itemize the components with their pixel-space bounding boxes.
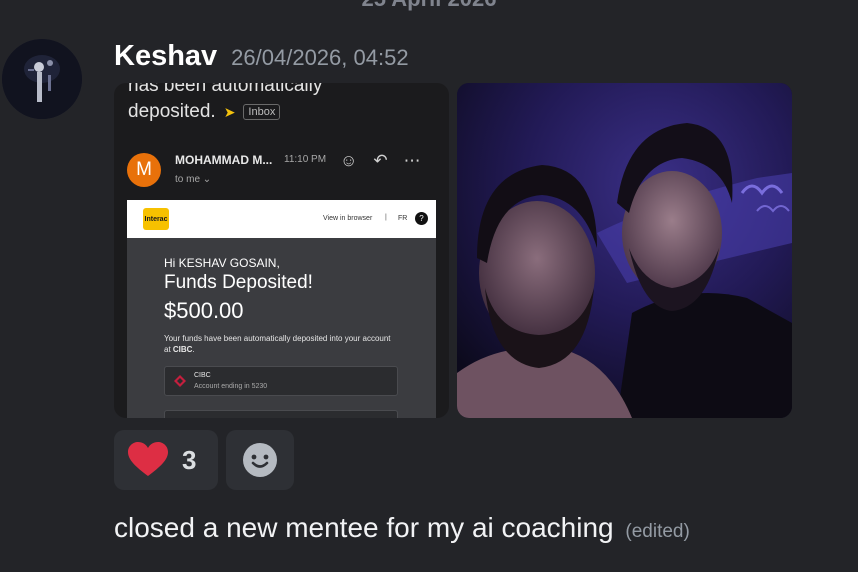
add-reaction-button[interactable]: [226, 430, 294, 490]
deposit-headline: Funds Deposited!: [164, 272, 313, 293]
message-content: closed a new mentee for my ai coaching (…: [114, 512, 690, 544]
description-end: .: [192, 345, 195, 354]
description-bank: CIBC: [172, 345, 193, 354]
chevron-down-icon: ⌄: [202, 174, 212, 185]
email-screenshot-attachment[interactable]: has been automatically deposited. ➤ Inbo…: [114, 83, 449, 418]
interac-banner: Interac View in browser | FR ?: [127, 200, 436, 238]
sender-name: MOHAMMAD M...: [175, 153, 273, 167]
description-text: Your funds have been automatically depos…: [164, 334, 391, 354]
interac-logo: Interac: [143, 208, 169, 230]
deposit-card: Hi KESHAV GOSAIN, Funds Deposited! $500.…: [127, 238, 436, 418]
deposit-description: Your funds have been automatically depos…: [164, 333, 394, 355]
banner-separator: |: [385, 214, 387, 221]
message-header: Keshav 26/04/2026, 04:52: [114, 40, 409, 73]
sender-avatar: M: [127, 153, 161, 187]
greeting: Hi KESHAV GOSAIN,: [164, 256, 280, 270]
cibc-logo-icon: [174, 375, 186, 387]
sender-time: 11:10 PM: [284, 154, 327, 165]
username[interactable]: Keshav: [114, 40, 217, 73]
view-in-browser-link: View in browser: [323, 215, 373, 222]
message-timestamp[interactable]: 26/04/2026, 04:52: [231, 45, 408, 71]
recipient-label: to me ⌄: [175, 174, 211, 185]
language-link: FR: [398, 215, 408, 222]
reaction-heart[interactable]: 3: [114, 430, 218, 490]
account-box: CIBC Account ending in 5230: [164, 366, 398, 396]
user-avatar[interactable]: [2, 39, 82, 119]
add-reaction-icon: [243, 443, 277, 477]
secondary-box: [164, 410, 398, 418]
edited-label: (edited): [625, 521, 690, 542]
inbox-label: Inbox: [243, 104, 281, 120]
message-text: closed a new mentee for my ai coaching: [114, 512, 614, 543]
account-ending: Account ending in 5230: [194, 383, 268, 390]
reply-icon: ↶: [373, 151, 388, 170]
email-preview-line1: has been automatically: [128, 83, 323, 96]
more-options-icon: ⋯: [403, 151, 421, 170]
heart-icon: [128, 442, 168, 476]
to-me-text: to me: [175, 174, 201, 185]
help-icon: ?: [415, 212, 428, 225]
email-preview-line2: deposited. ➤ Inbox: [128, 101, 281, 123]
reaction-count: 3: [182, 444, 197, 475]
importance-marker-icon: ➤: [223, 103, 236, 120]
deposit-amount: $500.00: [164, 298, 244, 323]
date-divider: 25 April 2026: [0, 0, 858, 12]
photo-attachment[interactable]: [457, 83, 792, 418]
email-preview-text: deposited.: [128, 101, 216, 122]
email-actions: ☺ ↶ ⋯: [340, 151, 421, 171]
emoji-icon: ☺: [340, 151, 358, 170]
bank-name: CIBC: [194, 372, 211, 379]
